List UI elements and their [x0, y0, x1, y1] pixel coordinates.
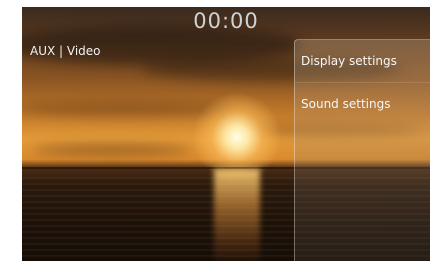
clock-display: 00:00 — [193, 9, 259, 33]
side-menu: Display settings Sound settings — [294, 39, 430, 261]
display-settings-button[interactable]: Display settings — [295, 40, 430, 82]
video-screen: 00:00 AUX | Video Display settings Sound… — [22, 7, 430, 261]
video-frame-cloud — [32, 145, 192, 155]
video-frame-sun-reflection — [214, 169, 260, 261]
source-label: AUX | Video — [30, 44, 101, 58]
sound-settings-button[interactable]: Sound settings — [295, 82, 430, 125]
